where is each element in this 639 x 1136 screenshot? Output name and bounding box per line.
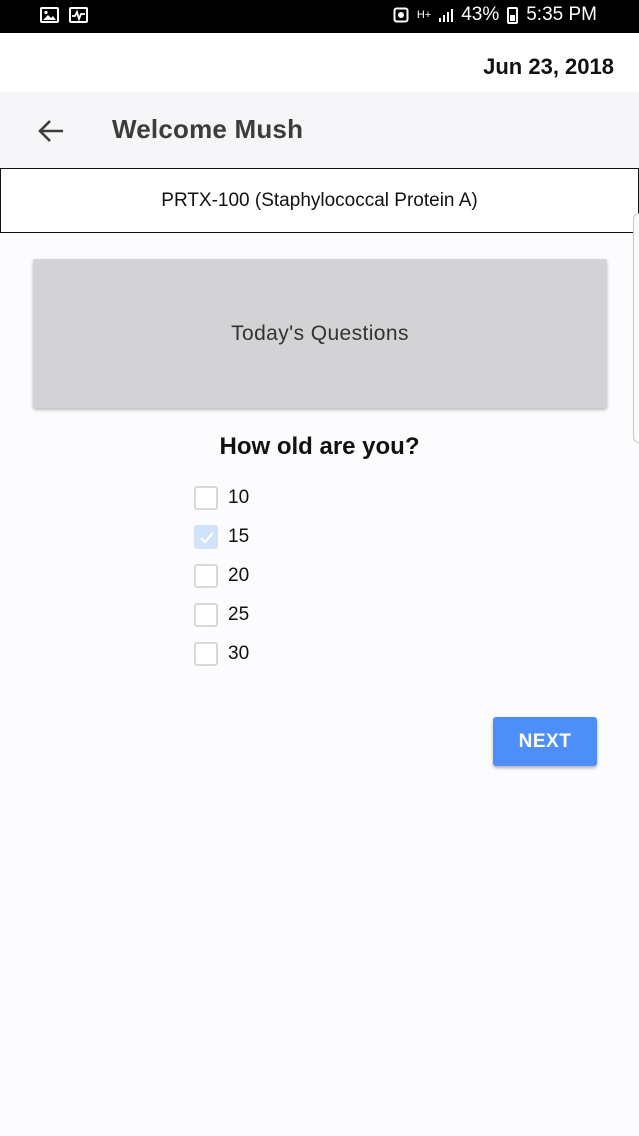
option-30[interactable]: 30 <box>194 634 249 673</box>
back-arrow-icon[interactable] <box>36 116 66 146</box>
next-button[interactable]: NEXT <box>493 717 597 766</box>
checkbox[interactable] <box>194 641 218 666</box>
sim-icon <box>393 7 409 23</box>
clock: 5:35 PM <box>526 4 597 25</box>
network-icon: H+ <box>416 9 432 21</box>
battery-percent: 43% <box>461 4 500 25</box>
option-label: 25 <box>228 603 250 625</box>
checkmark-icon <box>200 531 214 544</box>
drug-name-box: PRTX-100 (Staphylococcal Protein A) <box>0 168 639 233</box>
current-date: Jun 23, 2018 <box>483 54 614 79</box>
activity-icon <box>69 7 88 23</box>
date-bar: Jun 23, 2018 <box>0 33 639 92</box>
status-left-icons <box>40 7 88 23</box>
answer-options: 10 15 20 25 30 <box>194 478 249 673</box>
option-10[interactable]: 10 <box>194 478 249 517</box>
app-header: Welcome Mush <box>0 92 639 169</box>
checkbox-checked[interactable] <box>194 524 218 549</box>
signal-icon <box>439 8 454 22</box>
option-25[interactable]: 25 <box>194 595 249 634</box>
image-icon <box>40 7 59 23</box>
drug-name: PRTX-100 (Staphylococcal Protein A) <box>161 189 478 211</box>
status-bar: H+ 43% 5:35 PM <box>0 0 639 33</box>
option-label: 10 <box>228 486 250 508</box>
todays-questions-label: Today's Questions <box>231 321 409 345</box>
option-label: 20 <box>228 564 250 586</box>
scroll-indicator <box>633 213 639 443</box>
checkbox[interactable] <box>194 485 218 510</box>
checkbox[interactable] <box>194 563 218 588</box>
option-20[interactable]: 20 <box>194 556 249 595</box>
option-15[interactable]: 15 <box>194 517 249 556</box>
question-text: How old are you? <box>219 433 420 460</box>
checkbox[interactable] <box>194 602 218 627</box>
status-right-icons: H+ 43% 5:35 PM <box>393 4 597 26</box>
option-label: 15 <box>228 525 250 547</box>
todays-questions-card[interactable]: Today's Questions <box>33 259 607 408</box>
option-label: 30 <box>228 642 250 664</box>
page-title: Welcome Mush <box>112 114 304 144</box>
battery-icon <box>507 6 519 24</box>
